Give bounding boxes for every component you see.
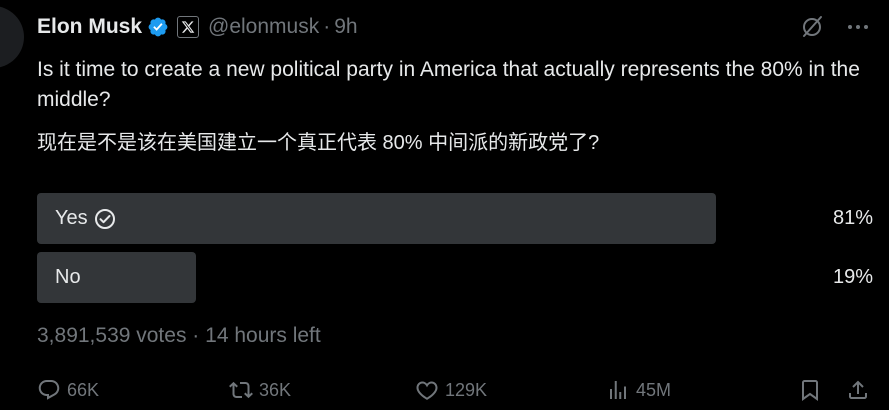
share-icon <box>849 380 867 399</box>
poll-option-label: Yes <box>55 193 116 244</box>
share-button[interactable] <box>843 374 873 406</box>
poll-time-left: 14 hours left <box>205 324 321 347</box>
repost-icon <box>229 381 253 399</box>
reply-count: 66K <box>67 379 100 400</box>
separator: · <box>192 324 200 347</box>
tweet-text: Is it time to create a new political par… <box>37 58 860 111</box>
heart-icon <box>416 381 438 400</box>
reply-icon <box>38 380 60 400</box>
repost-count: 36K <box>259 379 292 400</box>
author-name[interactable]: Elon Musk <box>37 15 142 39</box>
poll-option-percent: 19% <box>832 266 873 288</box>
poll-option-text: Yes <box>55 207 88 229</box>
separator: · <box>323 15 331 38</box>
views-count: 45M <box>636 379 672 400</box>
poll-votes: 3,891,539 votes <box>37 324 187 347</box>
verified-badge-icon[interactable] <box>147 16 169 38</box>
poll-option-text: No <box>55 266 81 288</box>
poll-option-label: No <box>55 252 81 303</box>
grok-icon[interactable] <box>799 14 825 40</box>
poll-meta: 3,891,539 votes · 14 hours left <box>37 324 321 348</box>
reply-button[interactable]: 66K <box>37 374 99 406</box>
poll-option-percent: 81% <box>832 207 873 229</box>
check-circle-icon <box>94 208 116 230</box>
poll-bar-yes <box>37 193 716 244</box>
bookmark-button[interactable] <box>795 374 825 406</box>
poll-option-yes[interactable]: Yes 81% <box>37 193 873 244</box>
bookmark-icon <box>802 380 818 401</box>
views-icon <box>610 381 626 399</box>
views-button[interactable]: 45M <box>606 374 671 406</box>
poll-option-no[interactable]: No 19% <box>37 252 873 303</box>
like-button[interactable]: 129K <box>415 374 487 406</box>
tweet-time[interactable]: 9h <box>334 15 357 39</box>
tweet-header: Elon Musk @elonmusk · 9h <box>37 12 358 42</box>
author-handle[interactable]: @elonmusk <box>208 15 319 39</box>
action-bar: 66K 36K 129K 45M <box>37 374 873 406</box>
tweet-text-translation: 现在是不是该在美国建立一个真正代表 80% 中间派的新政党了? <box>37 132 600 154</box>
repost-button[interactable]: 36K <box>229 374 291 406</box>
top-actions <box>799 14 871 40</box>
avatar[interactable] <box>0 6 24 68</box>
more-icon[interactable] <box>845 14 871 40</box>
like-count: 129K <box>445 379 488 400</box>
x-logo-icon[interactable] <box>177 16 200 38</box>
